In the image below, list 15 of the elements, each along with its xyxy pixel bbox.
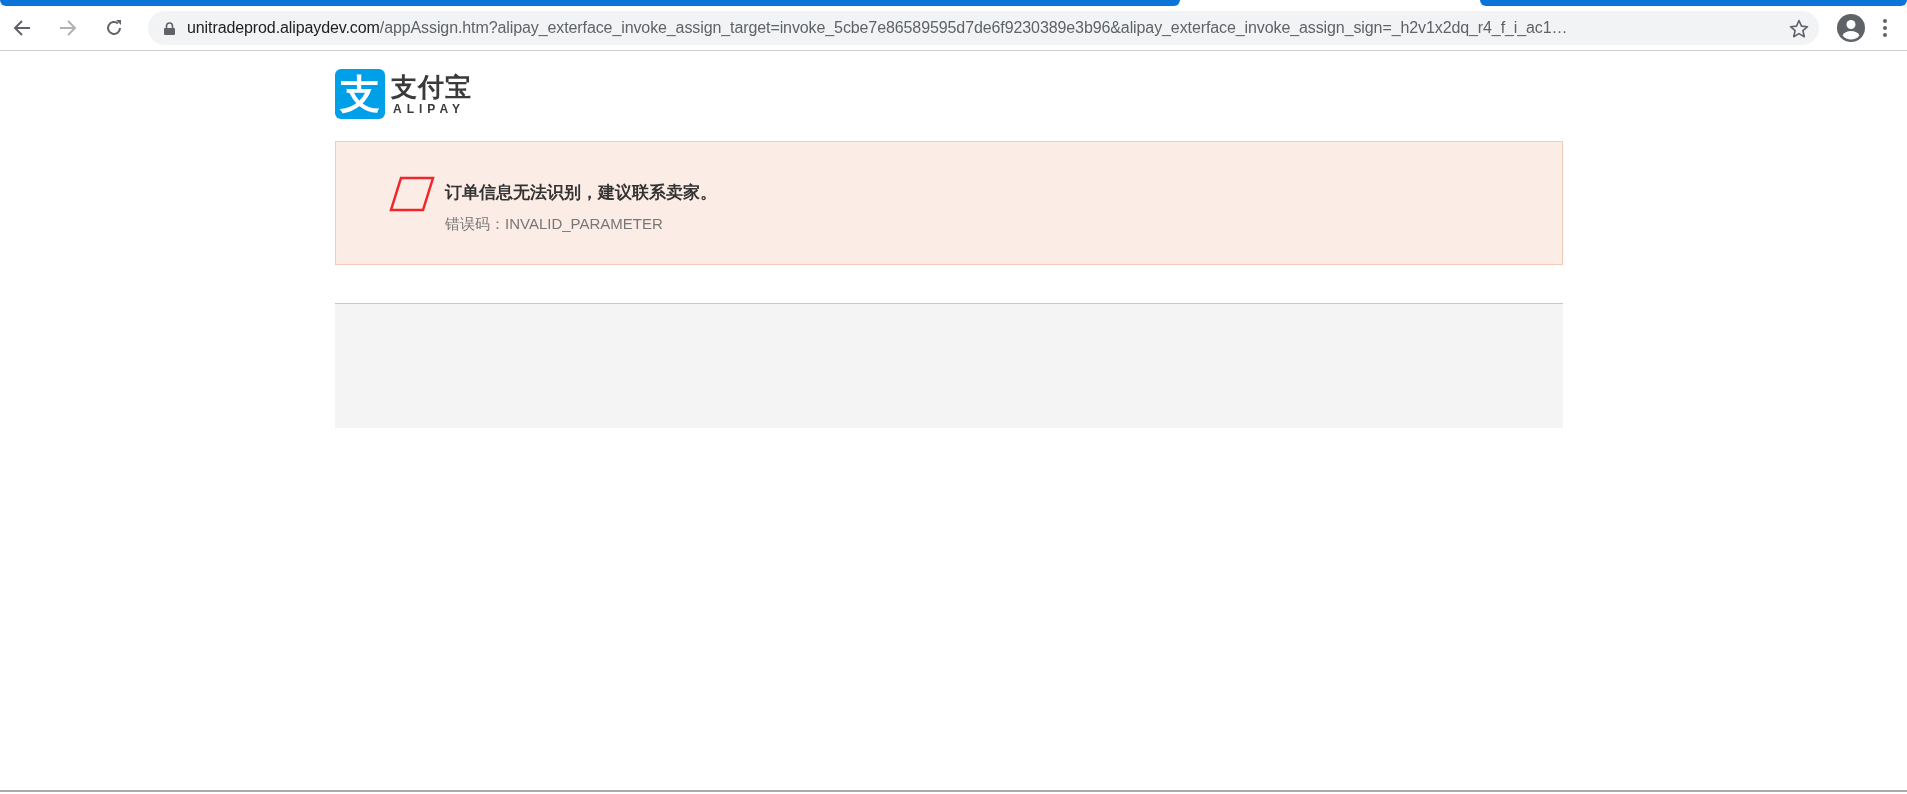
address-bar[interactable]: unitradeprod.alipaydev.com/appAssign.htm?alipay_exterface_invoke_assign_target=invoke_5cbe7e86589595d7de6f9230389e3b96&alipay_exterface_invoke_assign_sign=_h2v1x2dq_r4_f_i_ac1… xyxy=(148,11,1819,45)
error-code: 错误码：INVALID_PARAMETER xyxy=(445,214,664,234)
logo-subtitle: ALIPAY xyxy=(393,101,466,116)
back-arrow-icon xyxy=(13,19,31,37)
star-icon[interactable] xyxy=(1789,18,1809,38)
lock-icon xyxy=(164,21,175,35)
menu-icon[interactable] xyxy=(1883,19,1887,37)
url-text: unitradeprod.alipaydev.com/appAssign.htm?alipay_exterface_invoke_assign_target=invoke_5cbe7e86589595d7de6f9230389e3b96&alipay_exterface_invoke_assign_sign=_h2v1x2dq_r4_f_i_ac1… xyxy=(187,19,1569,37)
profile-icon[interactable] xyxy=(1837,14,1865,42)
error-message: 订单信息无法识别，建议联系卖家。 xyxy=(445,181,717,204)
parallelogram-icon xyxy=(389,176,435,212)
forward-arrow-icon xyxy=(59,19,77,37)
reload-icon xyxy=(105,19,123,37)
alipay-logo-icon: 支 xyxy=(335,68,385,119)
logo-name: 支付宝 xyxy=(391,71,472,102)
